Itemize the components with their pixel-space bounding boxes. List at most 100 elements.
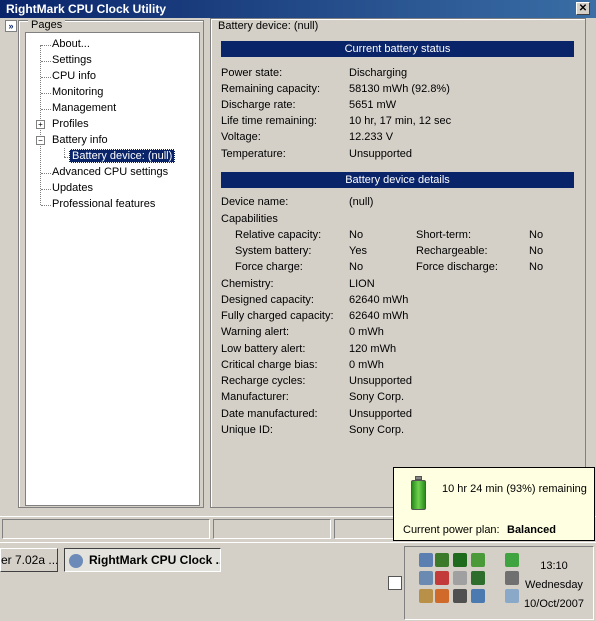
clock-time[interactable]: 13:10 [519,560,589,572]
power-plan-label: Current power plan: [403,524,500,536]
tree-item-professional-features[interactable]: Professional features [52,197,155,212]
security-icon[interactable] [435,571,449,585]
lan-icon[interactable] [471,571,485,585]
detail-label: Critical charge bias: [221,359,318,371]
detail-label: Chemistry: [221,278,274,290]
status-section-header: Current battery status [221,41,574,57]
tree-connector [41,93,51,94]
capability-value: No [349,229,364,241]
detail-label: Warning alert: [221,326,290,338]
tree-line [64,148,65,157]
pages-tree[interactable]: About... Settings CPU info Monitoring Ma… [25,32,200,506]
detail-label: Low battery alert: [221,343,306,355]
tree-connector [41,189,51,190]
printer-icon[interactable] [453,589,467,603]
tree-item-battery-info[interactable]: Battery info [52,133,108,148]
tree-item-advanced-cpu-settings[interactable]: Advanced CPU settings [52,165,168,180]
detail-value: Sony Corp. [349,391,405,403]
status-label: Remaining capacity: [221,83,321,95]
tree-connector [41,205,51,206]
details-section-header: Battery device details [221,172,574,188]
status-cell [2,519,210,539]
load-icon[interactable] [471,553,485,567]
detail-value: LION [349,278,375,290]
status-cell [213,519,331,539]
window-title: RightMark CPU Clock Utility [6,2,167,16]
tree-connector [41,109,51,110]
tree-connector [41,77,51,78]
tree-item-settings[interactable]: Settings [52,53,92,68]
capability-label: Force discharge: [416,261,498,273]
graph-icon[interactable] [453,553,467,567]
capability-label: Short-term: [416,229,472,241]
messenger-icon[interactable] [419,589,433,603]
capability-value: No [529,261,544,273]
status-label: Life time remaining: [221,115,317,127]
tree-item-monitoring[interactable]: Monitoring [52,85,103,100]
capability-label: Force charge: [235,261,303,273]
taskbar-button[interactable]: er 7.02a ... [0,548,58,572]
pen-icon[interactable] [388,576,402,590]
capability-value: Yes [349,245,367,257]
tree-connector [41,61,51,62]
detail-value: 62640 mWh [349,310,409,322]
detail-value: Unsupported [349,408,412,420]
system-tray: 13:10 Wednesday 10/Oct/2007 [404,546,594,620]
clock-date: 10/Oct/2007 [524,598,584,610]
capability-value: No [349,261,364,273]
expand-icon[interactable]: » [5,20,17,32]
block-icon[interactable] [453,571,467,585]
cpu-monitor-icon[interactable] [435,553,449,567]
volume-icon[interactable] [505,589,519,603]
status-value: 12.233 V [349,131,394,143]
capability-label: Relative capacity: [235,229,322,241]
page-title: Battery device: (null) [218,20,319,32]
collapse-battery-info-icon[interactable]: − [36,136,45,145]
status-label: Power state: [221,67,283,79]
window-titlebar: RightMark CPU Clock Utility ✕ [0,0,596,18]
tree-item-profiles[interactable]: Profiles [52,117,89,132]
status-label: Discharge rate: [221,99,296,111]
detail-value: 0 mWh [349,359,384,371]
tree-item-management[interactable]: Management [52,101,116,116]
settings-icon[interactable] [419,553,433,567]
taskbar-button-label: RightMark CPU Clock ... [89,553,221,567]
selected-label: Battery device: (null) [69,149,176,163]
battery-remaining: 10 hr 24 min (93%) remaining [442,483,587,495]
battery-icon [411,480,426,510]
tree-item-cpu-info[interactable]: CPU info [52,69,96,84]
detail-label: Recharge cycles: [221,375,306,387]
network-icon[interactable] [419,571,433,585]
detail-label: Designed capacity: [221,294,314,306]
status-value: 58130 mWh (92.8%) [349,83,450,95]
expand-profiles-icon[interactable]: + [36,120,45,129]
tree-item-about[interactable]: About... [52,37,90,52]
network-disconnected-icon[interactable] [505,571,519,585]
detail-value: 120 mWh [349,343,397,355]
status-value: 5651 mW [349,99,397,111]
capability-label: Rechargeable: [416,245,488,257]
capability-value: No [529,245,544,257]
clock-day: Wednesday [525,579,583,591]
detail-label: Date manufactured: [221,408,318,420]
status-value: Discharging [349,67,408,79]
power-plan-value[interactable]: Balanced [507,524,556,536]
detail-value: 62640 mWh [349,294,409,306]
device-name-value: (null) [349,196,374,208]
display-icon[interactable] [471,589,485,603]
status-label: Voltage: [221,131,261,143]
taskbar: er 7.02a ... RightMark CPU Clock ... 13:… [0,542,596,621]
gear-icon [69,553,83,568]
tools-icon[interactable] [435,589,449,603]
pages-group-label: Pages [28,19,66,31]
detail-value: Unsupported [349,375,412,387]
capability-label: System battery: [235,245,312,257]
tree-item-battery-device[interactable]: Battery device: (null) [69,149,176,164]
taskbar-button-rightmark[interactable]: RightMark CPU Clock ... [64,548,221,572]
battery-tooltip: 10 hr 24 min (93%) remaining Current pow… [393,467,595,541]
close-button[interactable]: ✕ [576,2,590,15]
tree-connector [41,45,51,46]
status-cell [334,519,394,539]
battery-tray-icon[interactable] [505,553,519,567]
tree-item-updates[interactable]: Updates [52,181,93,196]
